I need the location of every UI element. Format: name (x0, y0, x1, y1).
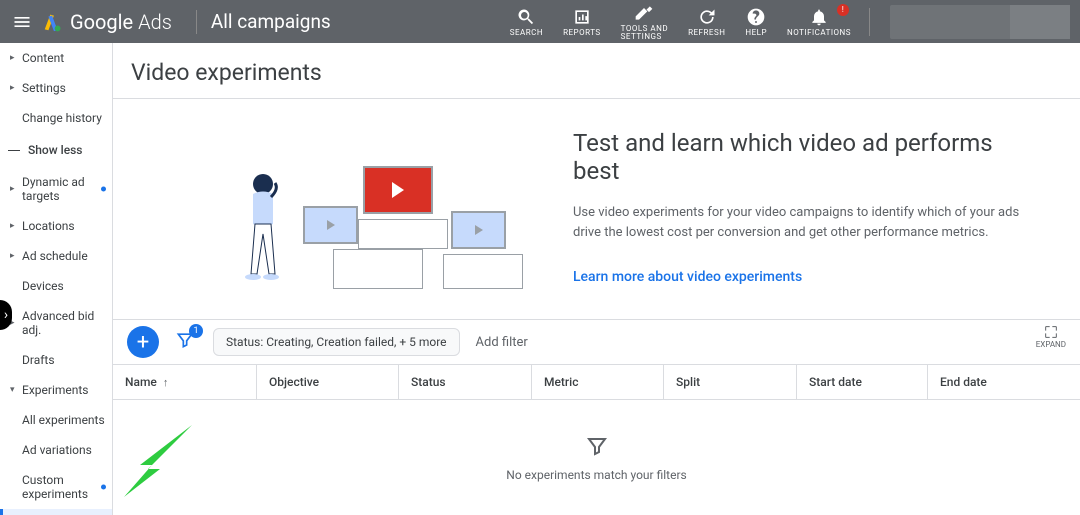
sidebar-item-dynamic-ad-targets[interactable]: ▸Dynamic ad targets (0, 167, 112, 211)
brand-text: Google Ads (70, 10, 172, 34)
filter-count-badge: 1 (189, 324, 203, 338)
col-split[interactable]: Split (664, 365, 797, 399)
add-experiment-button[interactable]: + (127, 326, 159, 358)
help-button[interactable]: Help (745, 7, 767, 37)
play-screen-blue-1 (303, 206, 358, 244)
sidebar-item-custom-experiments[interactable]: Custom experiments (0, 465, 112, 509)
filter-icon[interactable]: 1 (175, 330, 195, 354)
page-context[interactable]: All campaigns (211, 10, 331, 33)
table-toolbar: + 1 Status: Creating, Creation failed, +… (113, 319, 1080, 365)
sidebar-item-ad-variations[interactable]: Ad variations (0, 435, 112, 465)
col-status[interactable]: Status (399, 365, 532, 399)
app-header: Google Ads All campaigns Search Reports … (0, 0, 1080, 43)
col-metric[interactable]: Metric (532, 365, 664, 399)
google-ads-logo[interactable]: Google Ads (42, 10, 172, 34)
sidebar-item-experiments[interactable]: ▾Experiments (0, 375, 112, 405)
sidebar-item-settings[interactable]: ▸Settings (0, 73, 112, 103)
hero-illustration (213, 129, 533, 289)
hero-text: Test and learn which video ad performs b… (533, 129, 1040, 289)
hero-body: Use video experiments for your video cam… (573, 203, 1040, 242)
search-button[interactable]: Search (510, 7, 543, 37)
page-title: Video experiments (113, 43, 1080, 99)
notifications-button[interactable]: ! Notifications (787, 7, 851, 37)
sidebar-item-drafts[interactable]: Drafts (0, 345, 112, 375)
empty-message: No experiments match your filters (506, 468, 686, 482)
expand-table-button[interactable]: Expand (1036, 324, 1066, 349)
blue-dot-indicator (101, 485, 106, 490)
sort-ascending-icon: ↑ (163, 376, 169, 389)
blue-dot-indicator (101, 187, 106, 192)
hero-heading: Test and learn which video ad performs b… (573, 129, 1040, 185)
col-start-date[interactable]: Start date (797, 365, 928, 399)
col-end-date[interactable]: End date (928, 365, 1080, 399)
header-tools: Search Reports Tools andsettings Refresh… (500, 3, 861, 41)
person-illustration (233, 169, 293, 289)
refresh-button[interactable]: Refresh (688, 7, 725, 37)
sidebar-item-video-experiments[interactable]: Video experiments (0, 509, 112, 515)
table-header-row: Name↑ Objective Status Metric Split Star… (113, 365, 1080, 400)
sidebar-item-change-history[interactable]: Change history (0, 103, 112, 133)
empty-state: No experiments match your filters (113, 400, 1080, 515)
sidebar-item-advanced-bid[interactable]: ▸Advanced bid adj. (0, 301, 112, 345)
sidebar-item-locations[interactable]: ▸Locations (0, 211, 112, 241)
hero-section: Test and learn which video ad performs b… (113, 99, 1080, 319)
tools-settings-button[interactable]: Tools andsettings (621, 3, 668, 41)
funnel-icon (585, 434, 609, 458)
account-switcher[interactable] (890, 5, 1070, 39)
play-screen-blue-2 (451, 211, 506, 249)
sidebar-item-devices[interactable]: Devices (0, 271, 112, 301)
reports-button[interactable]: Reports (563, 7, 601, 37)
status-filter-chip[interactable]: Status: Creating, Creation failed, + 5 m… (213, 328, 460, 356)
sidebar-show-less[interactable]: Show less (0, 133, 112, 167)
learn-more-link[interactable]: Learn more about video experiments (573, 269, 802, 285)
main-content: Video experiments (113, 43, 1080, 515)
col-objective[interactable]: Objective (257, 365, 399, 399)
notification-badge: ! (837, 4, 849, 16)
header-divider (196, 10, 197, 34)
sidebar-item-ad-schedule[interactable]: ▸Ad schedule (0, 241, 112, 271)
add-filter-button[interactable]: Add filter (476, 335, 528, 350)
sidebar-item-content[interactable]: ▸Content (0, 43, 112, 73)
hamburger-menu-icon[interactable] (10, 10, 34, 34)
play-screen-red (363, 166, 433, 214)
sidebar-item-all-experiments[interactable]: All experiments (0, 405, 112, 435)
col-name[interactable]: Name↑ (113, 365, 257, 399)
header-divider-2 (869, 8, 870, 36)
left-sidebar: ▸Content ▸Settings Change history Show l… (0, 43, 113, 515)
